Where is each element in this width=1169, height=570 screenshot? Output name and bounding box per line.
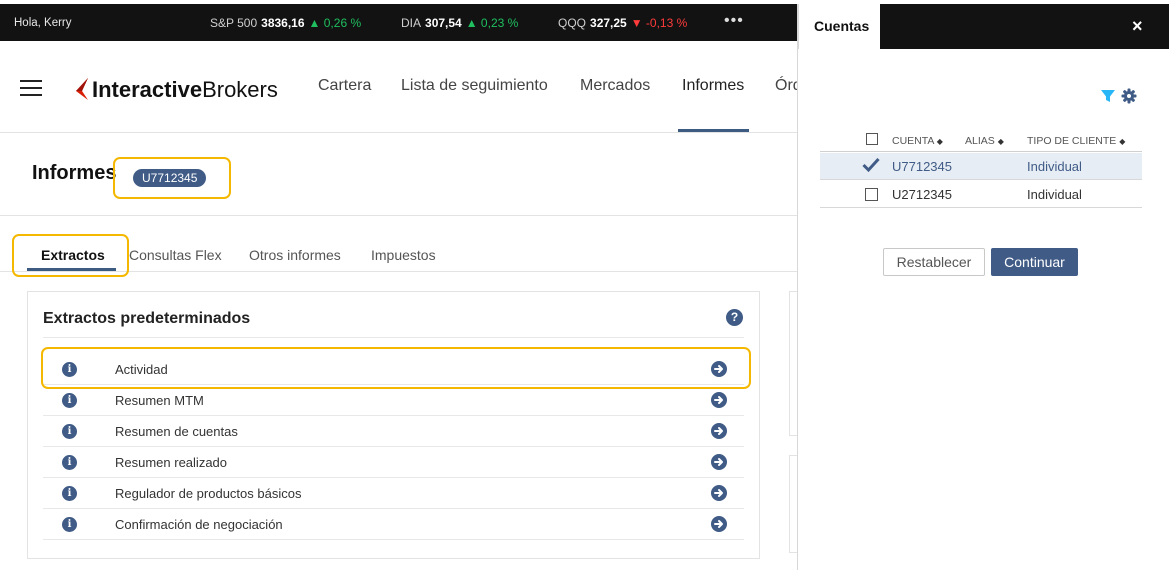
more-tickers-button[interactable]: ••• bbox=[724, 12, 744, 30]
info-icon[interactable]: i bbox=[62, 455, 77, 470]
arrow-right-circle-icon[interactable] bbox=[711, 423, 727, 439]
nav-lista-de-seguimiento[interactable]: Lista de seguimiento bbox=[401, 77, 548, 95]
statement-row-resumen-mtm[interactable]: i Resumen MTM bbox=[43, 385, 744, 416]
sort-icon: ◆ bbox=[1119, 137, 1126, 146]
hamburger-menu-icon[interactable] bbox=[20, 80, 42, 96]
panel-header: Cuentas × bbox=[798, 4, 1169, 49]
page-title: Informes bbox=[32, 162, 117, 184]
sort-icon: ◆ bbox=[997, 137, 1004, 146]
accounts-table-header: CUENTA ◆ ALIAS ◆ TIPO DE CLIENTE ◆ bbox=[820, 130, 1142, 152]
tab-cuentas[interactable]: Cuentas bbox=[798, 4, 880, 49]
tab-divider bbox=[0, 271, 797, 272]
tab-otros-informes[interactable]: Otros informes bbox=[249, 247, 341, 263]
close-icon[interactable]: × bbox=[1132, 16, 1143, 37]
nav-mercados[interactable]: Mercados bbox=[580, 77, 650, 95]
client-type: Individual bbox=[1027, 159, 1082, 174]
statement-label: Resumen MTM bbox=[115, 393, 204, 408]
nav-informes[interactable]: Informes bbox=[682, 77, 744, 95]
card-divider bbox=[43, 337, 744, 338]
tab-extractos[interactable]: Extractos bbox=[41, 247, 105, 263]
default-statements-card: Extractos predeterminados ? i Actividad … bbox=[27, 291, 760, 559]
sort-icon: ◆ bbox=[936, 137, 943, 146]
arrow-right-circle-icon[interactable] bbox=[711, 516, 727, 532]
reset-button[interactable]: Restablecer bbox=[883, 248, 985, 276]
column-header-alias[interactable]: ALIAS ◆ bbox=[965, 135, 1004, 147]
statement-row-resumen-cuentas[interactable]: i Resumen de cuentas bbox=[43, 416, 744, 447]
gear-icon[interactable] bbox=[1121, 88, 1137, 109]
main-header: InteractiveBrokers Cartera Lista de segu… bbox=[0, 41, 797, 133]
arrow-right-circle-icon[interactable] bbox=[711, 392, 727, 408]
tab-impuestos[interactable]: Impuestos bbox=[371, 247, 436, 263]
page-title-row: Informes U7712345 bbox=[0, 134, 797, 216]
statement-label: Actividad bbox=[115, 362, 168, 377]
statement-row-resumen-realizado[interactable]: i Resumen realizado bbox=[43, 447, 744, 478]
tab-consultas-flex[interactable]: Consultas Flex bbox=[129, 247, 222, 263]
continue-button[interactable]: Continuar bbox=[991, 248, 1078, 276]
arrow-right-circle-icon[interactable] bbox=[711, 361, 727, 377]
accounts-side-panel: Cuentas × CUENTA ◆ ALIAS ◆ TIPO DE CLIEN… bbox=[797, 4, 1169, 570]
row-checkbox[interactable] bbox=[865, 188, 878, 201]
account-row[interactable]: U7712345 Individual bbox=[820, 153, 1142, 180]
account-row[interactable]: U2712345 Individual bbox=[820, 181, 1142, 208]
account-selector-badge[interactable]: U7712345 bbox=[133, 169, 207, 187]
checkmark-icon[interactable] bbox=[862, 157, 880, 176]
info-icon[interactable]: i bbox=[62, 424, 77, 439]
statement-label: Resumen de cuentas bbox=[115, 424, 238, 439]
arrow-right-circle-icon[interactable] bbox=[711, 485, 727, 501]
column-header-cuenta[interactable]: CUENTA ◆ bbox=[892, 135, 943, 147]
help-icon[interactable]: ? bbox=[726, 309, 743, 326]
statement-row-confirmacion[interactable]: i Confirmación de negociación bbox=[43, 509, 744, 540]
statement-label: Regulador de productos básicos bbox=[115, 486, 302, 501]
nav-ordenes[interactable]: Órdenes bbox=[775, 77, 797, 95]
ticker-item-qqq[interactable]: QQQ 327,25 ▼ -0,13 % bbox=[558, 16, 687, 30]
statement-row-regulador[interactable]: i Regulador de productos básicos bbox=[43, 478, 744, 509]
client-type: Individual bbox=[1027, 187, 1082, 202]
statement-label: Confirmación de negociación bbox=[115, 517, 283, 532]
ticker-item-dia[interactable]: DIA 307,54 ▲ 0,23 % bbox=[401, 16, 518, 30]
ticker-item-sp500[interactable]: S&P 500 3836,16 ▲ 0,26 % bbox=[210, 16, 361, 30]
market-ticker-bar: Hola, Kerry S&P 500 3836,16 ▲ 0,26 % DIA 30… bbox=[0, 4, 797, 41]
nav-cartera[interactable]: Cartera bbox=[318, 77, 371, 95]
select-all-checkbox[interactable] bbox=[866, 133, 878, 145]
account-id: U2712345 bbox=[892, 187, 952, 202]
card-title: Extractos predeterminados bbox=[43, 310, 251, 327]
info-icon[interactable]: i bbox=[62, 362, 77, 377]
column-header-tipo-cliente[interactable]: TIPO DE CLIENTE ◆ bbox=[1027, 135, 1125, 147]
info-icon[interactable]: i bbox=[62, 486, 77, 501]
side-card-stub bbox=[789, 455, 797, 553]
statement-row-actividad[interactable]: i Actividad bbox=[43, 354, 744, 385]
arrow-right-circle-icon[interactable] bbox=[711, 454, 727, 470]
ib-logo-mark-icon bbox=[73, 78, 89, 106]
info-icon[interactable]: i bbox=[62, 517, 77, 532]
filter-icon[interactable] bbox=[1100, 88, 1116, 109]
statement-label: Resumen realizado bbox=[115, 455, 228, 470]
account-id: U7712345 bbox=[892, 159, 952, 174]
info-icon[interactable]: i bbox=[62, 393, 77, 408]
interactive-brokers-logo[interactable]: InteractiveBrokers bbox=[73, 77, 278, 106]
nav-active-indicator bbox=[678, 129, 749, 132]
user-greeting: Hola, Kerry bbox=[14, 17, 72, 29]
side-card-stub bbox=[789, 291, 797, 436]
